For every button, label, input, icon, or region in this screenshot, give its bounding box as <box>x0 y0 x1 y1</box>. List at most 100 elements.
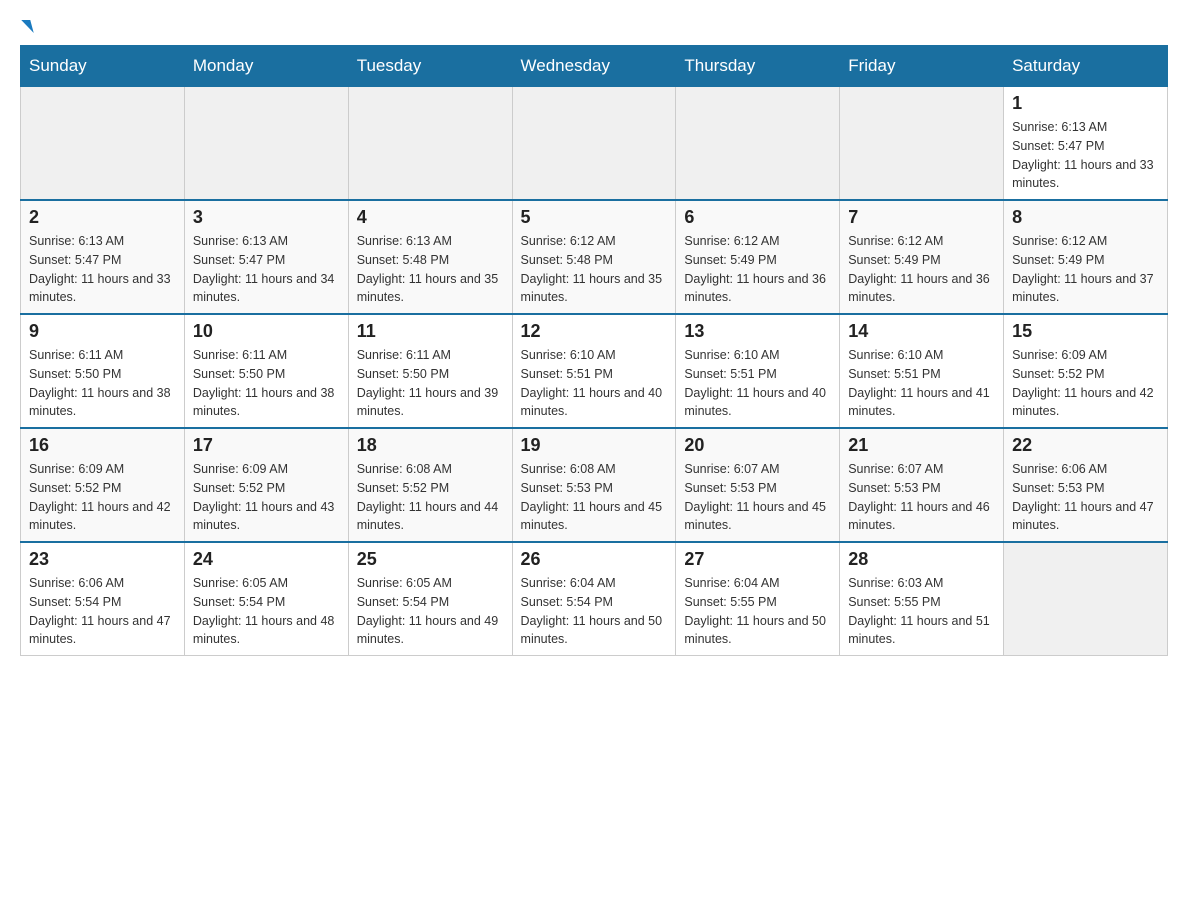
weekday-header-row: SundayMondayTuesdayWednesdayThursdayFrid… <box>21 46 1168 87</box>
calendar-cell: 13 Sunrise: 6:10 AMSunset: 5:51 PMDayligh… <box>676 314 840 428</box>
day-number: 7 <box>848 207 995 228</box>
day-info: Sunrise: 6:12 AMSunset: 5:49 PMDaylight:… <box>684 232 831 307</box>
day-number: 4 <box>357 207 504 228</box>
day-number: 1 <box>1012 93 1159 114</box>
calendar-cell <box>21 87 185 201</box>
calendar-cell <box>512 87 676 201</box>
day-number: 27 <box>684 549 831 570</box>
day-info: Sunrise: 6:13 AMSunset: 5:47 PMDaylight:… <box>29 232 176 307</box>
day-info: Sunrise: 6:11 AMSunset: 5:50 PMDaylight:… <box>29 346 176 421</box>
day-number: 16 <box>29 435 176 456</box>
calendar-week-1: 1 Sunrise: 6:13 AMSunset: 5:47 PMDaylight… <box>21 87 1168 201</box>
calendar-week-5: 23Sunrise: 6:06 AMSunset: 5:54 PMDayligh… <box>21 542 1168 656</box>
calendar-cell: 10 Sunrise: 6:11 AMSunset: 5:50 PMDayligh… <box>184 314 348 428</box>
day-info: Sunrise: 6:12 AMSunset: 5:49 PMDaylight:… <box>848 232 995 307</box>
calendar-cell: 4 Sunrise: 6:13 AMSunset: 5:48 PMDaylight… <box>348 200 512 314</box>
calendar-cell: 24Sunrise: 6:05 AMSunset: 5:54 PMDayligh… <box>184 542 348 656</box>
day-number: 12 <box>521 321 668 342</box>
day-info: Sunrise: 6:11 AMSunset: 5:50 PMDaylight:… <box>193 346 340 421</box>
weekday-header-friday: Friday <box>840 46 1004 87</box>
day-number: 26 <box>521 549 668 570</box>
calendar-cell: 23Sunrise: 6:06 AMSunset: 5:54 PMDayligh… <box>21 542 185 656</box>
day-info: Sunrise: 6:03 AMSunset: 5:55 PMDaylight:… <box>848 574 995 649</box>
calendar-cell <box>348 87 512 201</box>
calendar-cell: 1 Sunrise: 6:13 AMSunset: 5:47 PMDaylight… <box>1004 87 1168 201</box>
day-number: 21 <box>848 435 995 456</box>
calendar-cell <box>840 87 1004 201</box>
day-info: Sunrise: 6:08 AMSunset: 5:52 PMDaylight:… <box>357 460 504 535</box>
day-number: 13 <box>684 321 831 342</box>
day-number: 8 <box>1012 207 1159 228</box>
calendar-cell: 15 Sunrise: 6:09 AMSunset: 5:52 PMDayligh… <box>1004 314 1168 428</box>
calendar-cell: 5Sunrise: 6:12 AMSunset: 5:48 PMDaylight… <box>512 200 676 314</box>
day-info: Sunrise: 6:13 AMSunset: 5:47 PMDaylight:… <box>1012 118 1159 193</box>
day-info: Sunrise: 6:13 AMSunset: 5:47 PMDaylight:… <box>193 232 340 307</box>
calendar-cell: 3 Sunrise: 6:13 AMSunset: 5:47 PMDaylight… <box>184 200 348 314</box>
day-info: Sunrise: 6:04 AMSunset: 5:55 PMDaylight:… <box>684 574 831 649</box>
day-info: Sunrise: 6:09 AMSunset: 5:52 PMDaylight:… <box>29 460 176 535</box>
calendar-cell: 8 Sunrise: 6:12 AMSunset: 5:49 PMDaylight… <box>1004 200 1168 314</box>
day-number: 22 <box>1012 435 1159 456</box>
day-number: 3 <box>193 207 340 228</box>
day-number: 11 <box>357 321 504 342</box>
weekday-header-thursday: Thursday <box>676 46 840 87</box>
calendar-cell: 28 Sunrise: 6:03 AMSunset: 5:55 PMDayligh… <box>840 542 1004 656</box>
day-number: 23 <box>29 549 176 570</box>
day-number: 19 <box>521 435 668 456</box>
day-info: Sunrise: 6:05 AMSunset: 5:54 PMDaylight:… <box>357 574 504 649</box>
calendar-week-4: 16 Sunrise: 6:09 AMSunset: 5:52 PMDayligh… <box>21 428 1168 542</box>
day-info: Sunrise: 6:04 AMSunset: 5:54 PMDaylight:… <box>521 574 668 649</box>
calendar-cell: 18 Sunrise: 6:08 AMSunset: 5:52 PMDayligh… <box>348 428 512 542</box>
calendar-cell: 17 Sunrise: 6:09 AMSunset: 5:52 PMDayligh… <box>184 428 348 542</box>
day-info: Sunrise: 6:06 AMSunset: 5:53 PMDaylight:… <box>1012 460 1159 535</box>
day-info: Sunrise: 6:10 AMSunset: 5:51 PMDaylight:… <box>684 346 831 421</box>
day-number: 28 <box>848 549 995 570</box>
calendar-cell: 9 Sunrise: 6:11 AMSunset: 5:50 PMDaylight… <box>21 314 185 428</box>
calendar-cell: 12 Sunrise: 6:10 AMSunset: 5:51 PMDayligh… <box>512 314 676 428</box>
calendar-cell: 27 Sunrise: 6:04 AMSunset: 5:55 PMDayligh… <box>676 542 840 656</box>
calendar-cell <box>184 87 348 201</box>
calendar-cell: 11 Sunrise: 6:11 AMSunset: 5:50 PMDayligh… <box>348 314 512 428</box>
day-number: 6 <box>684 207 831 228</box>
day-info: Sunrise: 6:09 AMSunset: 5:52 PMDaylight:… <box>1012 346 1159 421</box>
day-number: 10 <box>193 321 340 342</box>
day-info: Sunrise: 6:08 AMSunset: 5:53 PMDaylight:… <box>521 460 668 535</box>
day-info: Sunrise: 6:05 AMSunset: 5:54 PMDaylight:… <box>193 574 340 649</box>
weekday-header-wednesday: Wednesday <box>512 46 676 87</box>
calendar-cell: 16 Sunrise: 6:09 AMSunset: 5:52 PMDayligh… <box>21 428 185 542</box>
calendar-cell: 2 Sunrise: 6:13 AMSunset: 5:47 PMDaylight… <box>21 200 185 314</box>
calendar-cell: 6 Sunrise: 6:12 AMSunset: 5:49 PMDaylight… <box>676 200 840 314</box>
calendar-cell: 14Sunrise: 6:10 AMSunset: 5:51 PMDayligh… <box>840 314 1004 428</box>
day-info: Sunrise: 6:12 AMSunset: 5:49 PMDaylight:… <box>1012 232 1159 307</box>
weekday-header-saturday: Saturday <box>1004 46 1168 87</box>
day-number: 2 <box>29 207 176 228</box>
calendar-table: SundayMondayTuesdayWednesdayThursdayFrid… <box>20 45 1168 656</box>
calendar-week-3: 9 Sunrise: 6:11 AMSunset: 5:50 PMDaylight… <box>21 314 1168 428</box>
calendar-cell: 19 Sunrise: 6:08 AMSunset: 5:53 PMDayligh… <box>512 428 676 542</box>
day-info: Sunrise: 6:13 AMSunset: 5:48 PMDaylight:… <box>357 232 504 307</box>
page-header <box>20 20 1168 35</box>
day-number: 9 <box>29 321 176 342</box>
day-number: 14 <box>848 321 995 342</box>
weekday-header-monday: Monday <box>184 46 348 87</box>
day-number: 20 <box>684 435 831 456</box>
day-number: 25 <box>357 549 504 570</box>
calendar-cell: 20 Sunrise: 6:07 AMSunset: 5:53 PMDayligh… <box>676 428 840 542</box>
day-info: Sunrise: 6:07 AMSunset: 5:53 PMDaylight:… <box>684 460 831 535</box>
calendar-cell: 7 Sunrise: 6:12 AMSunset: 5:49 PMDaylight… <box>840 200 1004 314</box>
day-info: Sunrise: 6:12 AMSunset: 5:48 PMDaylight:… <box>521 232 668 307</box>
calendar-cell <box>1004 542 1168 656</box>
logo <box>20 20 32 35</box>
calendar-cell <box>676 87 840 201</box>
day-number: 17 <box>193 435 340 456</box>
day-number: 15 <box>1012 321 1159 342</box>
day-number: 18 <box>357 435 504 456</box>
day-info: Sunrise: 6:07 AMSunset: 5:53 PMDaylight:… <box>848 460 995 535</box>
weekday-header-sunday: Sunday <box>21 46 185 87</box>
day-info: Sunrise: 6:09 AMSunset: 5:52 PMDaylight:… <box>193 460 340 535</box>
day-info: Sunrise: 6:10 AMSunset: 5:51 PMDaylight:… <box>521 346 668 421</box>
calendar-cell: 21 Sunrise: 6:07 AMSunset: 5:53 PMDayligh… <box>840 428 1004 542</box>
day-info: Sunrise: 6:11 AMSunset: 5:50 PMDaylight:… <box>357 346 504 421</box>
weekday-header-tuesday: Tuesday <box>348 46 512 87</box>
calendar-cell: 26 Sunrise: 6:04 AMSunset: 5:54 PMDayligh… <box>512 542 676 656</box>
